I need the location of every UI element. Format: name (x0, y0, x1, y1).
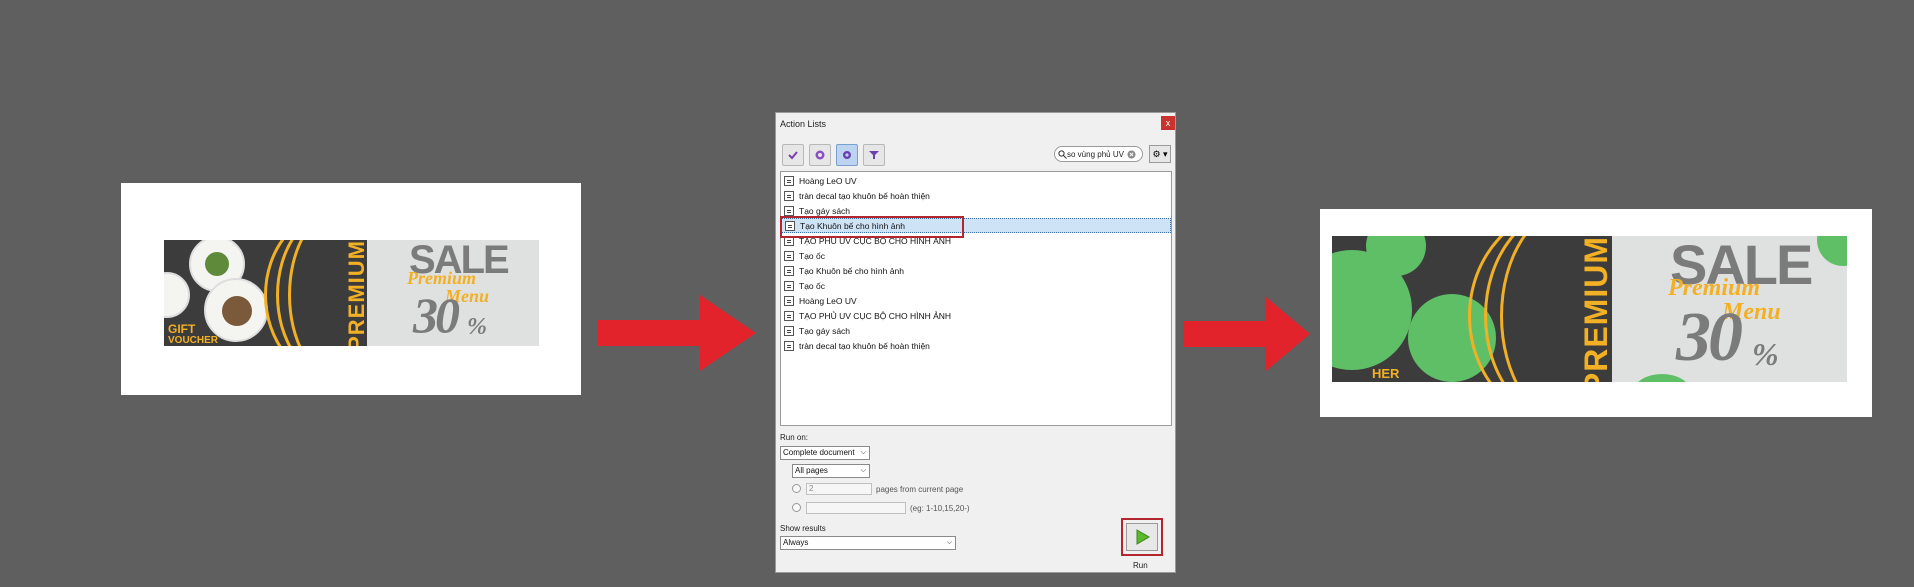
document-icon (784, 205, 794, 216)
circle-icon (815, 150, 825, 160)
list-item[interactable]: Tạo ốc (781, 248, 1171, 263)
discount-number: 30 (1676, 299, 1743, 376)
percent-sign: % (467, 314, 487, 340)
banner-light-panel: SALE Premium Menu 30 % (367, 240, 539, 346)
percent-sign: % (1752, 336, 1779, 372)
dialog-title: Action Lists (780, 119, 827, 129)
checkmark-icon (788, 151, 798, 160)
list-item[interactable]: Tạo ốc (781, 278, 1171, 293)
gear-icon (843, 151, 851, 159)
premium-text: PREMIUM (1578, 236, 1612, 382)
run-on-select[interactable]: Complete document ⌵ (780, 446, 870, 460)
action-lists-dialog: Action Lists x ⚙ ▾ Hoàng LeO UV tràn dec… (775, 112, 1176, 573)
discount-number: 30 (413, 287, 460, 343)
food-plate (164, 272, 190, 318)
document-icon (784, 250, 794, 261)
document-icon (784, 265, 794, 276)
list-item[interactable]: tràn decal tạo khuôn bế hoàn thiện (781, 188, 1171, 203)
page-range-field[interactable] (806, 502, 906, 514)
close-button[interactable]: x (1161, 116, 1175, 130)
list-item[interactable]: Tạo gáy sách (781, 323, 1171, 338)
original-banner-card: GIFT VOUCHER PREMIUM SALE Premium Menu 3… (121, 183, 581, 395)
list-item[interactable]: Hoàng LeO UV (781, 173, 1171, 188)
check-filter-button[interactable] (782, 144, 804, 166)
show-results-select[interactable]: Always ⌵ (780, 536, 956, 550)
right-arrow-icon (1183, 296, 1310, 372)
voucher-fragment-text: HER (1372, 366, 1400, 381)
pages-count-stepper[interactable]: 2 (806, 483, 872, 495)
right-arrow-icon (598, 295, 756, 371)
voucher-text: VOUCHER (168, 335, 219, 346)
premium-text: PREMIUM (344, 240, 367, 346)
banner-light-panel: SALE Premium Menu 30 % (1612, 236, 1847, 382)
food-plate (204, 278, 268, 342)
preflight-filter-button[interactable] (809, 144, 831, 166)
list-item[interactable]: Hoàng LeO UV (781, 293, 1171, 308)
chevron-down-icon: ⌵ (860, 467, 866, 474)
uv-area-shape (1817, 236, 1847, 266)
run-on-label: Run on: (780, 433, 809, 442)
original-banner: GIFT VOUCHER PREMIUM SALE Premium Menu 3… (164, 240, 539, 346)
selection-highlight-frame (780, 216, 964, 238)
page-range-radio[interactable] (792, 503, 801, 512)
script-premium-text: Premium (1668, 275, 1761, 301)
document-icon (784, 340, 794, 351)
document-icon (784, 190, 794, 201)
document-icon (784, 325, 794, 336)
settings-menu-button[interactable]: ⚙ ▾ (1149, 145, 1171, 163)
result-banner-card: HER PREMIUM SALE Premium Menu 30 % (1320, 209, 1872, 417)
banner-dark-panel: GIFT VOUCHER PREMIUM (164, 240, 367, 346)
result-banner: HER PREMIUM SALE Premium Menu 30 % (1332, 236, 1847, 382)
document-icon (784, 310, 794, 321)
run-highlight-frame (1121, 518, 1163, 556)
chevron-down-icon: ⌵ (946, 539, 952, 546)
range-hint-label: (eg: 1-10,15,20-) (910, 504, 970, 513)
script-premium-text: Premium (407, 268, 477, 288)
banner-dark-panel: HER PREMIUM (1332, 236, 1612, 382)
run-label: Run (1133, 561, 1148, 570)
action-list: Hoàng LeO UV tràn decal tạo khuôn bế hoà… (780, 171, 1172, 426)
search-icon (1058, 149, 1067, 159)
document-icon (784, 175, 794, 186)
list-item[interactable]: Tạo Khuôn bế cho hình ảnh (781, 263, 1171, 278)
list-item[interactable]: TẠO PHỦ UV CỤC BỘ CHO HÌNH ẢNH (781, 308, 1171, 323)
action-filter-button[interactable] (836, 144, 858, 166)
pages-from-label: pages from current page (876, 485, 964, 494)
clear-icon[interactable] (1127, 150, 1136, 159)
funnel-icon (869, 151, 879, 159)
search-input[interactable] (1067, 149, 1127, 159)
pages-from-radio[interactable] (792, 484, 801, 493)
list-item[interactable]: tràn decal tạo khuôn bế hoàn thiện (781, 338, 1171, 353)
gift-text: GIFT (168, 322, 196, 336)
show-results-label: Show results (780, 524, 826, 533)
search-field[interactable] (1054, 146, 1143, 162)
chevron-down-icon: ⌵ (860, 449, 866, 456)
pages-select[interactable]: All pages ⌵ (792, 464, 870, 478)
document-icon (784, 280, 794, 291)
funnel-filter-button[interactable] (863, 144, 885, 166)
document-icon (784, 295, 794, 306)
